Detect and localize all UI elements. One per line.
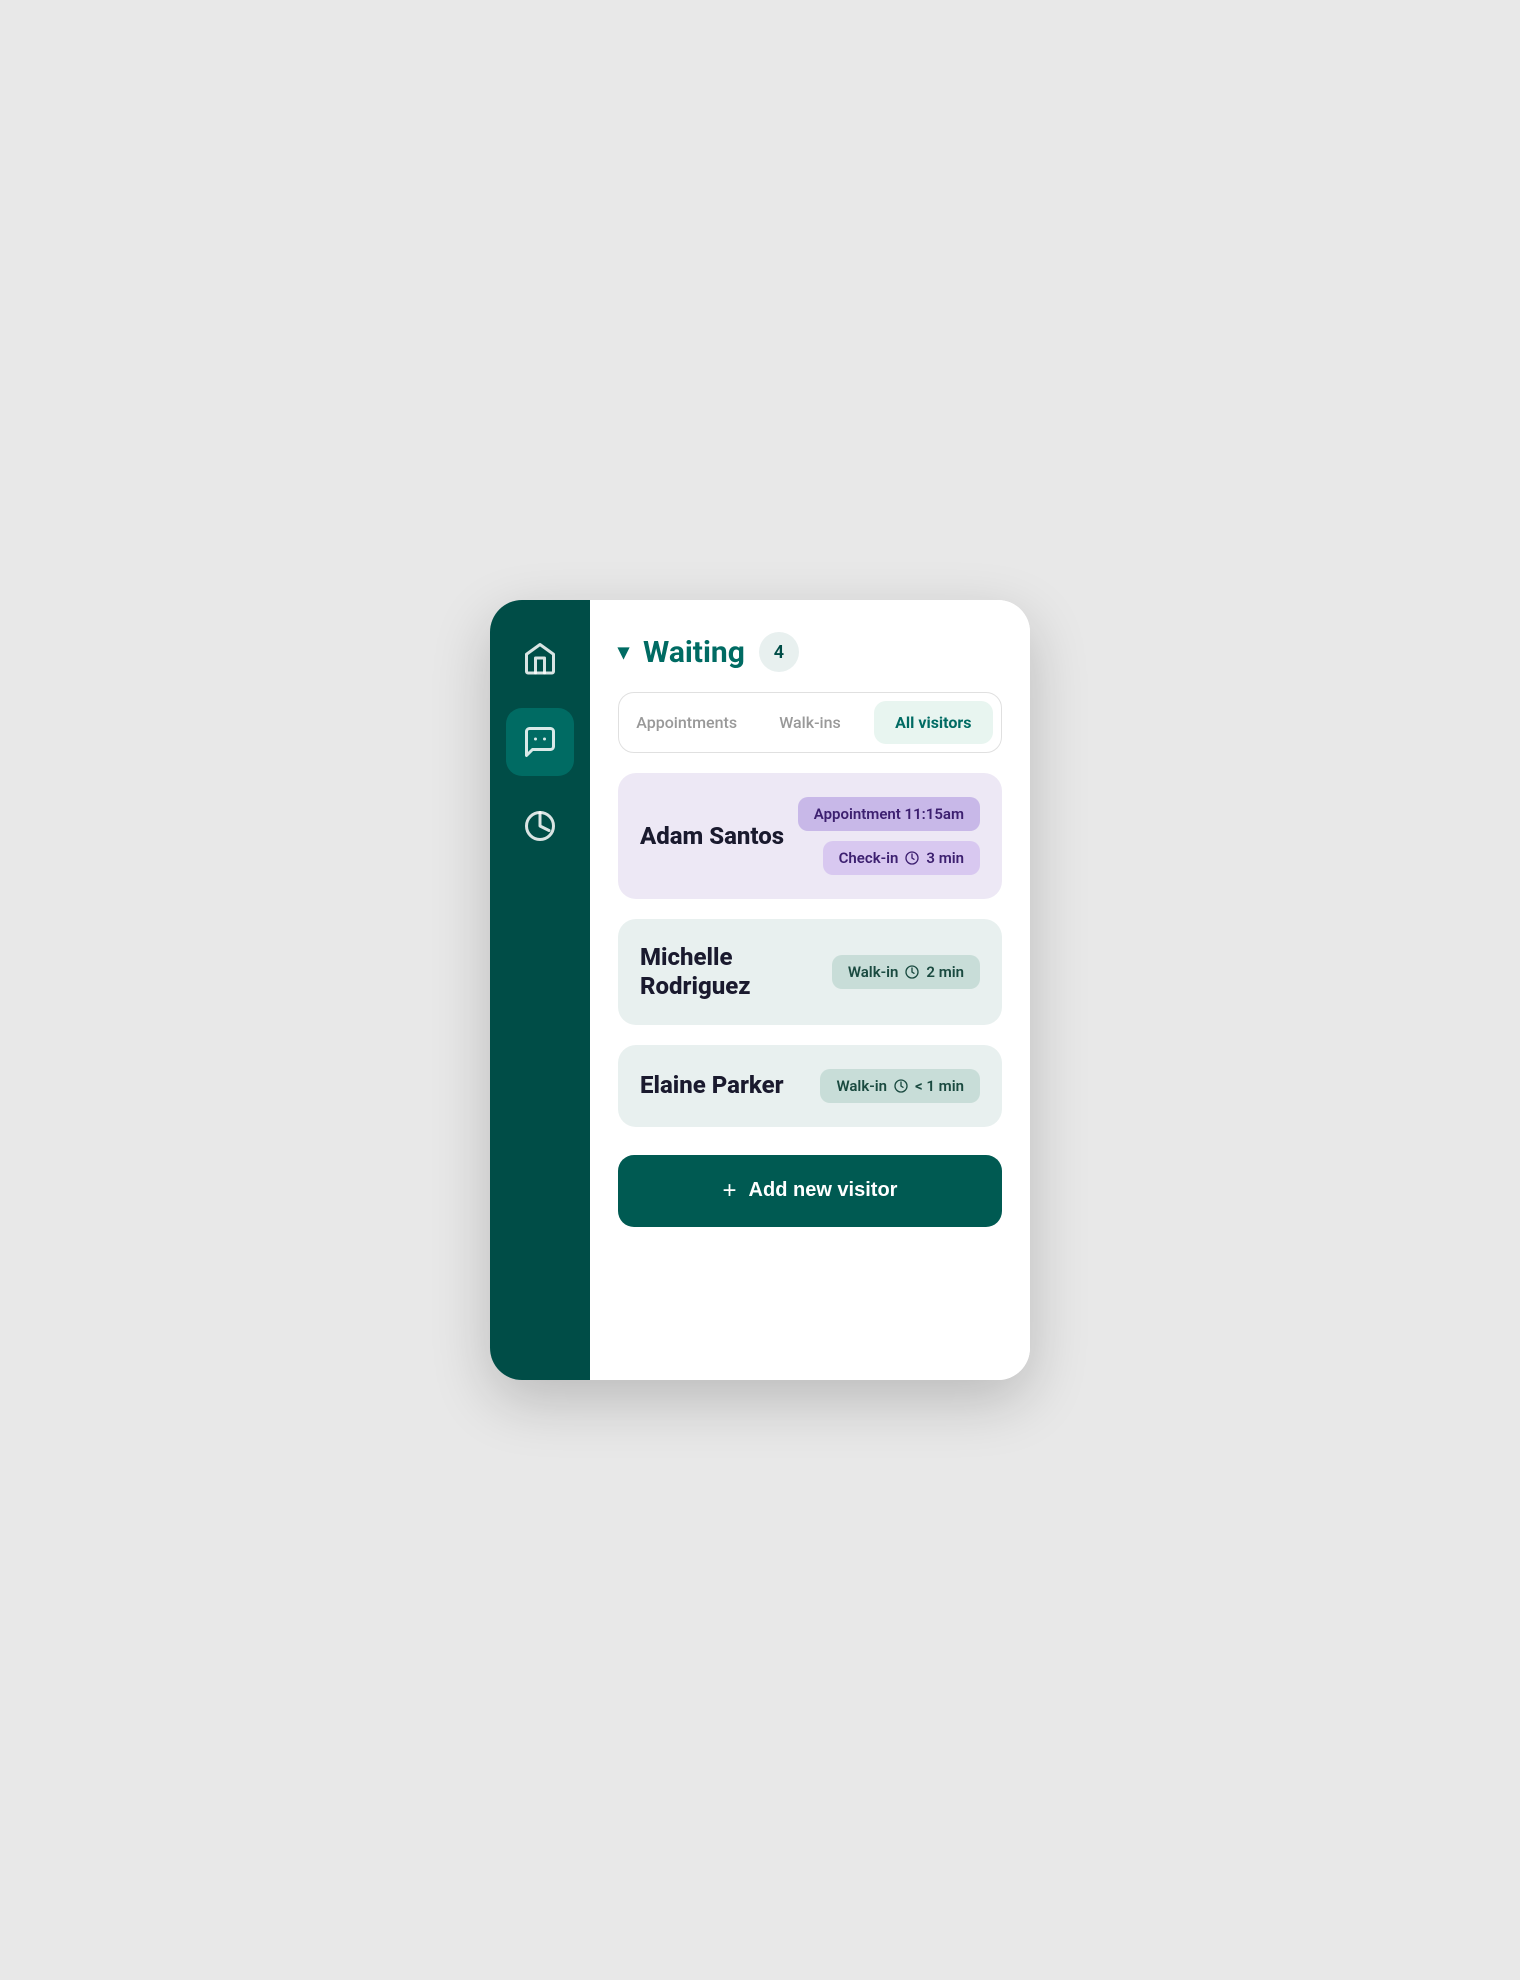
waiting-header: ▾ Waiting 4 <box>618 632 1002 672</box>
add-new-visitor-button[interactable]: + Add new visitor <box>618 1155 1002 1227</box>
home-icon <box>522 640 558 676</box>
checkin-time-badge: Check-in 3 min <box>823 841 980 875</box>
visitor-badges-michelle: Walk-in 2 min <box>832 955 980 989</box>
visitor-card-michelle[interactable]: Michelle Rodriguez Walk-in 2 min <box>618 919 1002 1025</box>
sidebar-item-chat[interactable] <box>506 708 574 776</box>
tab-walkins[interactable]: Walk-ins <box>750 701 869 744</box>
main-content: ▾ Waiting 4 Appointments Walk-ins All vi… <box>590 600 1030 1380</box>
plus-icon: + <box>723 1177 737 1205</box>
clock-icon <box>904 964 920 980</box>
clock-icon <box>893 1078 909 1094</box>
visitor-name-adam: Adam Santos <box>640 822 784 851</box>
add-visitor-label: Add new visitor <box>749 1179 898 1202</box>
chevron-down-icon[interactable]: ▾ <box>618 640 629 665</box>
tab-all-visitors[interactable]: All visitors <box>874 701 993 744</box>
sidebar-item-home[interactable] <box>506 624 574 692</box>
visitor-card-adam[interactable]: Adam Santos Appointment 11:15am Check-in… <box>618 773 1002 899</box>
visitor-card-elaine[interactable]: Elaine Parker Walk-in < 1 min <box>618 1045 1002 1127</box>
waiting-count-badge: 4 <box>759 632 799 672</box>
visitor-name-michelle: Michelle Rodriguez <box>640 943 820 1001</box>
visitor-badges-adam: Appointment 11:15am Check-in 3 min <box>798 797 980 875</box>
tab-bar: Appointments Walk-ins All visitors <box>618 692 1002 753</box>
waiting-title: Waiting <box>643 635 745 670</box>
sidebar <box>490 600 590 1380</box>
sidebar-item-analytics[interactable] <box>506 792 574 860</box>
visitor-name-elaine: Elaine Parker <box>640 1071 784 1100</box>
analytics-icon <box>522 808 558 844</box>
tab-appointments[interactable]: Appointments <box>627 701 746 744</box>
walkin-time-badge-michelle: Walk-in 2 min <box>832 955 980 989</box>
visitor-badges-elaine: Walk-in < 1 min <box>820 1069 980 1103</box>
chat-icon <box>522 724 558 760</box>
walkin-time-badge-elaine: Walk-in < 1 min <box>820 1069 980 1103</box>
appointment-time-badge: Appointment 11:15am <box>798 797 980 831</box>
clock-icon <box>904 850 920 866</box>
